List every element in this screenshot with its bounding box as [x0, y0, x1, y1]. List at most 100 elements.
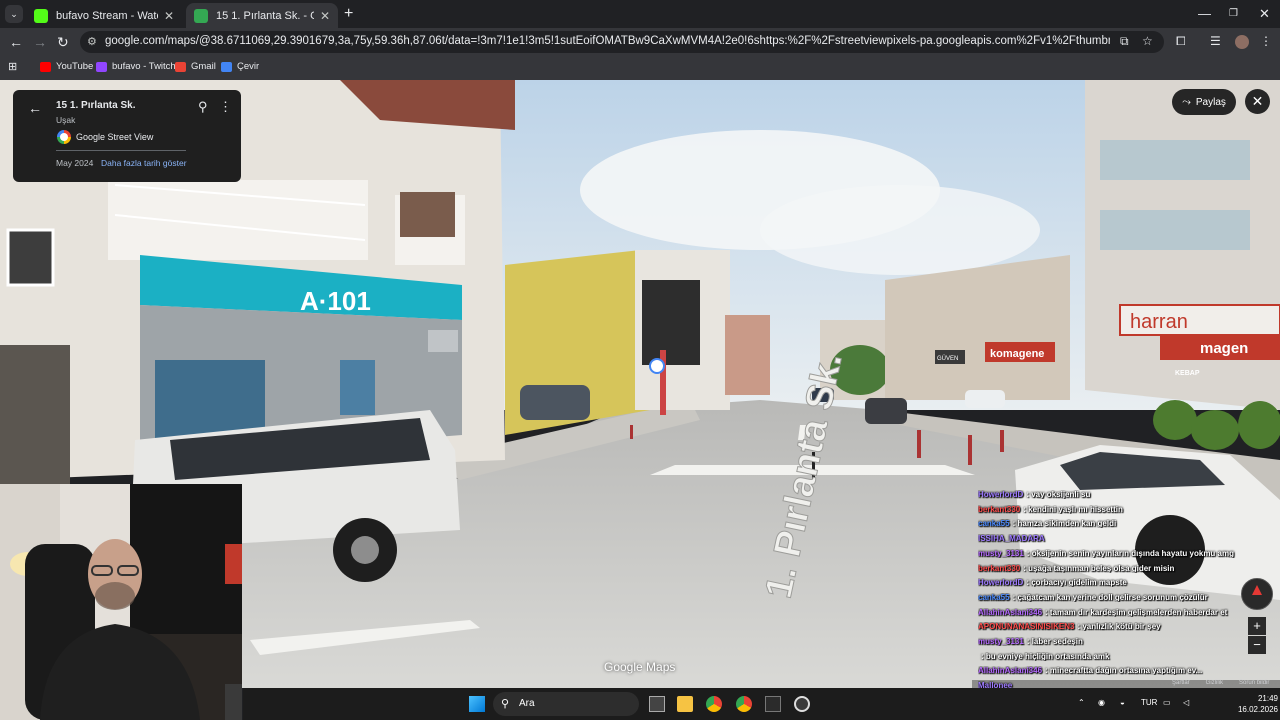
kick-icon: [34, 8, 48, 23]
tray-app-icon[interactable]: ◒: [1120, 698, 1125, 707]
shrub: [1191, 410, 1239, 450]
share-button[interactable]: ⤳ Paylaş: [1172, 89, 1236, 115]
chat-text: minecraftta dağın ortasına yaptığım ev..…: [1049, 666, 1203, 675]
shop-window: [340, 360, 375, 415]
terminal-icon[interactable]: [765, 696, 781, 712]
chat-text: kendini yaşlı mı hissettin: [1028, 505, 1123, 514]
chat-text: tamam dır kardeşim gelişmelerden haberda…: [1049, 608, 1228, 617]
van-hub: [351, 536, 379, 564]
close-street-view-button[interactable]: ✕: [1245, 89, 1270, 114]
bookmark-label: Gmail: [191, 61, 216, 72]
tray-app-icon[interactable]: ◉: [1098, 698, 1105, 707]
guven-label: GÜVEN: [937, 355, 958, 362]
bookmark-gmail[interactable]: Gmail: [175, 61, 216, 72]
network-icon[interactable]: ▭: [1163, 698, 1171, 707]
volume-icon[interactable]: ◁: [1183, 698, 1189, 707]
window: [400, 192, 455, 237]
parked-car: [520, 385, 590, 420]
chat-text: uşağa taşınman beleş olsa gider misin: [1028, 564, 1175, 573]
chat-username[interactable]: berkant330: [978, 505, 1020, 514]
chat-message: : bu evniye hiçliğin ortasında amk: [978, 652, 1278, 661]
balcony: [108, 180, 368, 260]
clock-time: 21:49: [1257, 694, 1278, 703]
close-tab-icon[interactable]: ✕: [320, 9, 330, 23]
tab-bufavo-stream[interactable]: bufavo Stream - Watch Live on ✕: [26, 3, 182, 28]
back-arrow-icon[interactable]: ←: [28, 100, 42, 116]
windows-taskbar: ⚲ Ara ⌃ ◉ ◒ TUR ▭ ◁ 21:49 16.02.2026: [243, 688, 1280, 720]
chat-message: HowerlordD: çorbacıyı gidelim mapste: [978, 578, 1278, 587]
chat-username[interactable]: AllahinAslani346: [978, 608, 1042, 617]
more-options-icon[interactable]: ⋮: [219, 99, 232, 115]
chat-text: bu evniye hiçliğin ortasında amk: [985, 652, 1110, 661]
tab-google-maps[interactable]: 15 1. Pırlanta Sk. - Google Harit ✕: [186, 3, 338, 28]
stream-chat-overlay: HowerlordD: vay oksijenli su berkant330: …: [978, 490, 1280, 720]
close-window-icon[interactable]: ✕: [1259, 6, 1270, 22]
restore-icon[interactable]: ❐: [1229, 8, 1238, 19]
chat-username[interactable]: ISSIHA_MADARA: [978, 534, 1045, 543]
chat-username[interactable]: musty_3131: [978, 637, 1024, 646]
chrome-icon[interactable]: [706, 696, 722, 712]
chat-username[interactable]: canka55: [978, 593, 1010, 602]
capture-date: May 2024: [56, 158, 94, 168]
language-indicator[interactable]: TUR: [1141, 698, 1157, 707]
address-bar[interactable]: ⚙ google.com/maps/@38.6711069,29.3901679…: [80, 31, 1164, 53]
chat-username[interactable]: APONUNANASINISIKEN3: [978, 622, 1074, 631]
extensions-icon[interactable]: ⧠: [1176, 34, 1186, 49]
chat-text: oksijenin senin yayınların dışında hayat…: [1031, 549, 1234, 558]
photo-sphere-marker: [649, 358, 665, 374]
system-clock[interactable]: 21:49 16.02.2026: [1218, 693, 1278, 715]
chat-username[interactable]: canka55: [978, 519, 1010, 528]
shutter-door: [0, 345, 70, 485]
profile-avatar[interactable]: [1235, 35, 1249, 49]
install-app-icon[interactable]: ⧉: [1120, 34, 1129, 49]
windows-start-icon[interactable]: [469, 696, 485, 712]
close-tab-icon[interactable]: ✕: [164, 9, 174, 23]
apps-grid-icon[interactable]: ⊞: [8, 60, 17, 73]
clock-date: 16.02.2026: [1237, 705, 1278, 714]
chat-text: yanlızlık kötü bir şey: [1082, 622, 1161, 631]
chat-username[interactable]: HowerlordD: [978, 490, 1023, 499]
reading-list-icon[interactable]: ☰: [1210, 34, 1221, 48]
youtube-icon: [40, 61, 51, 72]
chat-message: AllahinAslani346: tamam dır kardeşim gel…: [978, 608, 1278, 617]
chat-message: musty_3131: laber sedeşin: [978, 637, 1278, 646]
chat-username[interactable]: AllahinAslani346: [978, 666, 1042, 675]
chat-username[interactable]: berkant330: [978, 564, 1020, 573]
more-dates-link[interactable]: Daha fazla tarih göster: [101, 158, 187, 168]
chat-message: ISSIHA_MADARA: [978, 534, 1278, 543]
file-explorer-icon[interactable]: [677, 696, 693, 712]
obs-icon[interactable]: [794, 696, 810, 712]
window: [6, 228, 55, 287]
chat-message: berkant330: uşağa taşınman beleş olsa gi…: [978, 564, 1278, 573]
taskbar-search[interactable]: ⚲ Ara: [493, 692, 639, 716]
chat-username[interactable]: musty_3131: [978, 549, 1024, 558]
tab-title: bufavo Stream - Watch Live on: [56, 9, 158, 22]
minimize-icon[interactable]: —: [1198, 6, 1211, 21]
forward-icon[interactable]: →: [33, 34, 47, 50]
bookmarks-bar: ⊞ YouTube bufavo - Twitch Gmail Çevir: [0, 56, 1280, 81]
new-tab-button[interactable]: +: [344, 5, 353, 23]
bookmark-youtube[interactable]: YouTube: [40, 61, 93, 72]
address-title: 15 1. Pırlanta Sk.: [56, 100, 136, 111]
chrome-active-icon[interactable]: [736, 696, 752, 712]
menu-kebab-icon[interactable]: ⋮: [1260, 34, 1272, 48]
url-text[interactable]: google.com/maps/@38.6711069,29.3901679,3…: [105, 35, 1110, 47]
right-building: [885, 255, 1070, 400]
chat-text: laber sedeşin: [1031, 637, 1083, 646]
reload-icon[interactable]: ↻: [57, 34, 69, 51]
google-maps-icon: [194, 8, 208, 23]
location-pin-icon[interactable]: ⚲: [198, 99, 208, 115]
chevron-up-icon[interactable]: ⌃: [1078, 698, 1085, 707]
site-info-icon[interactable]: ⚙: [87, 35, 97, 48]
bookmark-cevir[interactable]: Çevir: [221, 61, 259, 72]
back-icon[interactable]: ←: [9, 34, 23, 50]
google-logo-icon: [57, 130, 71, 144]
bookmark-twitch[interactable]: bufavo - Twitch: [96, 61, 176, 72]
streamer-webcam: [0, 484, 242, 720]
tab-search-button[interactable]: ⌄: [5, 5, 23, 23]
task-view-icon[interactable]: [649, 696, 665, 712]
komagene-logo: komagene: [990, 348, 1044, 360]
chat-username[interactable]: HowerlordD: [978, 578, 1023, 587]
bookmark-star-icon[interactable]: ☆: [1142, 34, 1153, 48]
chat-text: çorbacıyı gidelim mapste: [1031, 578, 1127, 587]
